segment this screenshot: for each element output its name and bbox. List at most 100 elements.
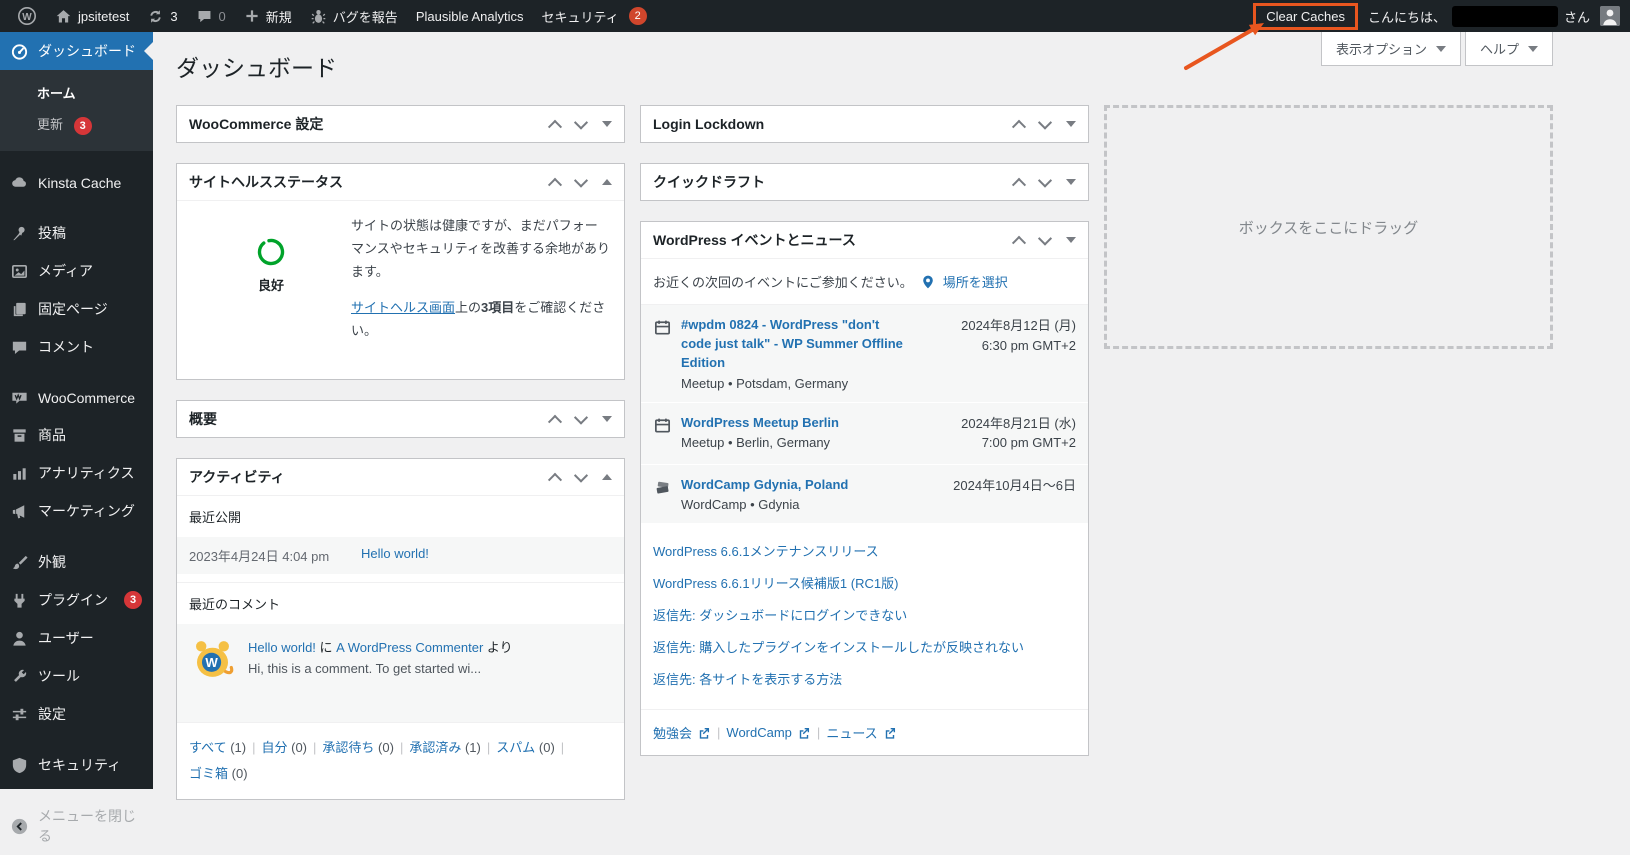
comment-post-link[interactable]: Hello world!	[248, 640, 316, 655]
updates-icon	[147, 8, 164, 25]
toggle-collapse-button[interactable]	[602, 415, 612, 422]
filter-mine-link[interactable]: 自分	[261, 740, 287, 755]
sidebar-item-pages[interactable]: 固定ページ	[0, 290, 153, 328]
location-pin-icon	[920, 274, 936, 290]
widget-header[interactable]: サイトヘルスステータス	[177, 164, 624, 200]
report-bug-menu[interactable]: バグを報告	[301, 0, 407, 32]
sidebar-item-label: セキュリティ	[38, 757, 122, 773]
sidebar-item-plugins[interactable]: プラグイン 3	[0, 581, 153, 619]
wordcamp-link[interactable]: WordCamp	[726, 725, 811, 740]
news-link[interactable]: 返信先: ダッシュボードにログインできない	[653, 605, 1076, 624]
sidebar-item-label: メニューを閉じる	[38, 808, 136, 844]
meetups-link[interactable]: 勉強会	[653, 723, 711, 742]
greeting[interactable]: こんにちは、 さん	[1368, 5, 1590, 27]
updates-label: 更新	[37, 117, 64, 132]
event-row: WordPress Meetup Berlin Meetup • Berlin,…	[641, 402, 1088, 465]
plausible-analytics-menu[interactable]: Plausible Analytics	[407, 0, 533, 32]
sidebar-item-security[interactable]: セキュリティ	[0, 746, 153, 784]
move-up-button[interactable]	[547, 177, 563, 192]
event-title-link[interactable]: WordPress Meetup Berlin	[681, 414, 909, 433]
clear-caches-button[interactable]: Clear Caches	[1253, 2, 1358, 30]
sidebar-item-label: 外観	[38, 554, 66, 570]
move-up-button[interactable]	[1011, 235, 1027, 250]
select-location-link[interactable]: 場所を選択	[943, 272, 1008, 291]
wordpress-logo-menu[interactable]: W	[8, 0, 46, 32]
sidebar-item-settings[interactable]: 設定	[0, 695, 153, 733]
widget-header[interactable]: アクティビティ	[177, 459, 624, 495]
wordpress-logo-icon: W	[17, 6, 37, 26]
move-up-button[interactable]	[1011, 177, 1027, 192]
move-up-button[interactable]	[1011, 119, 1027, 134]
widget-header[interactable]: 概要	[177, 401, 624, 437]
recent-comments-label: 最近のコメント	[177, 581, 624, 624]
sidebar-subitem-updates[interactable]: 更新 3	[0, 108, 153, 141]
screen-options-button[interactable]: 表示オプション	[1320, 32, 1461, 66]
move-up-button[interactable]	[547, 119, 563, 134]
widget-events-news: WordPress イベントとニュース お近くの次回のイベントにご参加ください。…	[640, 221, 1089, 757]
news-footer-link[interactable]: ニュース	[826, 723, 896, 742]
filter-pending-link[interactable]: 承認待ち	[322, 740, 374, 755]
toggle-collapse-button[interactable]	[602, 179, 612, 185]
event-title-link[interactable]: WordCamp Gdynia, Poland	[681, 476, 909, 495]
sidebar-item-dashboard[interactable]: ダッシュボード	[0, 32, 153, 70]
move-up-button[interactable]	[547, 414, 563, 429]
sidebar-item-users[interactable]: ユーザー	[0, 619, 153, 657]
move-down-button[interactable]	[1037, 231, 1053, 246]
move-down-button[interactable]	[1037, 173, 1053, 188]
widget-header[interactable]: WordPress イベントとニュース	[641, 222, 1088, 258]
toggle-collapse-button[interactable]	[1066, 121, 1076, 127]
comment-author-link[interactable]: A WordPress Commenter	[336, 640, 483, 655]
sidebar-item-analytics[interactable]: アナリティクス	[0, 454, 153, 492]
toggle-collapse-button[interactable]	[1066, 179, 1076, 185]
site-name-menu[interactable]: jpsitetest	[46, 0, 138, 32]
sidebar-item-appearance[interactable]: 外観	[0, 543, 153, 581]
post-link[interactable]: Hello world!	[361, 546, 429, 565]
sidebar-item-marketing[interactable]: マーケティング	[0, 492, 153, 530]
sidebar-item-woocommerce[interactable]: WooCommerce	[0, 379, 153, 416]
sidebar-item-tools[interactable]: ツール	[0, 657, 153, 695]
filter-spam-link[interactable]: スパム	[496, 740, 535, 755]
comments-menu[interactable]: 0	[187, 0, 235, 32]
sidebar-subitem-home[interactable]: ホーム	[0, 77, 153, 108]
user-avatar[interactable]	[1600, 6, 1620, 26]
widget-header[interactable]: Login Lockdown	[641, 106, 1088, 142]
news-link[interactable]: WordPress 6.6.1リリース候補版1 (RC1版)	[653, 573, 1076, 592]
filter-approved-link[interactable]: 承認済み	[409, 740, 461, 755]
help-button[interactable]: ヘルプ	[1464, 32, 1553, 66]
sidebar-item-collapse-menu[interactable]: メニューを閉じる	[0, 797, 153, 855]
filter-all-link[interactable]: すべて	[189, 740, 227, 755]
sidebar-item-products[interactable]: 商品	[0, 416, 153, 454]
news-link[interactable]: 返信先: 購入したプラグインをインストールしたが反映されない	[653, 637, 1076, 656]
news-link[interactable]: WordPress 6.6.1メンテナンスリリース	[653, 541, 1076, 560]
widget-drop-target[interactable]: ボックスをここにドラッグ	[1104, 105, 1553, 349]
toggle-collapse-button[interactable]	[1066, 237, 1076, 243]
filter-trash-link[interactable]: ゴミ箱	[189, 766, 228, 781]
move-down-button[interactable]	[573, 468, 589, 483]
toggle-collapse-button[interactable]	[602, 121, 612, 127]
news-link[interactable]: 返信先: 各サイトを表示する方法	[653, 669, 1076, 688]
security-menu[interactable]: セキュリティ 2	[532, 0, 655, 32]
move-up-button[interactable]	[547, 472, 563, 487]
widget-title: WordPress イベントとニュース	[653, 232, 856, 248]
sidebar-item-kinsta-cache[interactable]: Kinsta Cache	[0, 164, 153, 201]
widget-header[interactable]: WooCommerce 設定	[177, 106, 624, 142]
move-down-button[interactable]	[573, 115, 589, 130]
sidebar-item-posts[interactable]: 投稿	[0, 214, 153, 252]
updates-menu[interactable]: 3	[138, 0, 186, 32]
widget-header[interactable]: クイックドラフト	[641, 164, 1088, 200]
sidebar-item-comments[interactable]: コメント	[0, 328, 153, 366]
filter-count: (0)	[231, 765, 248, 781]
toggle-collapse-button[interactable]	[602, 473, 612, 480]
home-icon	[55, 8, 72, 25]
woocommerce-icon	[10, 388, 29, 407]
event-datetime: 2024年8月12日 (月) 6:30 pm GMT+2	[918, 316, 1076, 391]
dashboard-submenu: ホーム 更新 3	[0, 70, 153, 151]
sidebar-item-media[interactable]: メディア	[0, 252, 153, 290]
move-down-button[interactable]	[573, 410, 589, 425]
move-down-button[interactable]	[1037, 115, 1053, 130]
move-down-button[interactable]	[573, 173, 589, 188]
new-content-menu[interactable]: 新規	[235, 0, 301, 32]
site-health-screen-link[interactable]: サイトヘルス画面	[351, 300, 455, 315]
main-content: 表示オプション ヘルプ ダッシュボード WooCommerce 設定 サイトヘル…	[153, 32, 1630, 800]
event-title-link[interactable]: #wpdm 0824 - WordPress "don't code just …	[681, 316, 909, 373]
